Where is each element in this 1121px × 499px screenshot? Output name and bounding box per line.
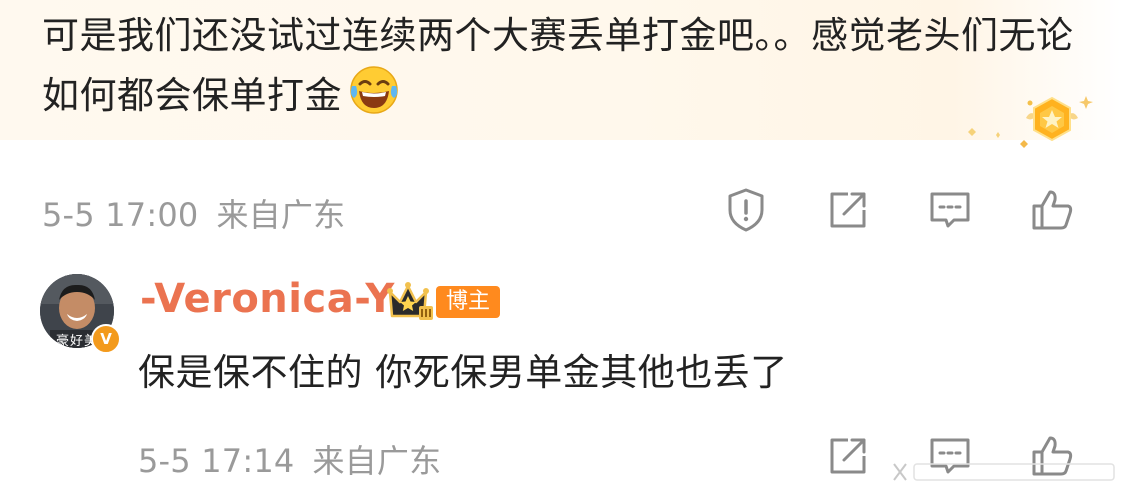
comment-body: 可是我们还没试过连续两个大赛丢单打金吧。。感觉老头们无论如何都会保单打金 — [42, 8, 1082, 124]
comment-icon[interactable] — [926, 186, 974, 234]
role-badge: 博主 — [436, 286, 501, 318]
fan-level-badge-icon — [968, 96, 1093, 148]
report-icon[interactable] — [722, 186, 770, 234]
reply-time: 5-5 17:14 — [138, 442, 295, 480]
like-icon[interactable] — [1028, 186, 1076, 234]
reply-text: 保是保不住的 你死保男单金其他也丢了 — [138, 351, 788, 394]
highlighted-comment-card: 可是我们还没试过连续两个大赛丢单打金吧。。感觉老头们无论如何都会保单打金 — [0, 0, 1121, 148]
reply-location: 来自广东 — [312, 442, 442, 480]
share-icon[interactable] — [824, 186, 872, 234]
share-icon[interactable] — [824, 432, 872, 480]
username[interactable]: -Veronica-Y — [140, 276, 395, 322]
crown-icon — [387, 282, 433, 320]
reply-meta: 5-5 17:14 来自广东 — [138, 436, 459, 482]
comment-time: 5-5 17:00 — [42, 196, 199, 234]
comment-meta: 5-5 17:00 来自广东 — [42, 190, 363, 236]
comment-text: 可是我们还没试过连续两个大赛丢单打金吧。。感觉老头们无论如何都会保单打金 — [42, 14, 1074, 117]
comment-location: 来自广东 — [216, 196, 346, 234]
watermark-icon — [893, 463, 1115, 481]
verified-badge: V — [91, 324, 121, 354]
laughing-tears-emoji-icon — [350, 66, 398, 114]
